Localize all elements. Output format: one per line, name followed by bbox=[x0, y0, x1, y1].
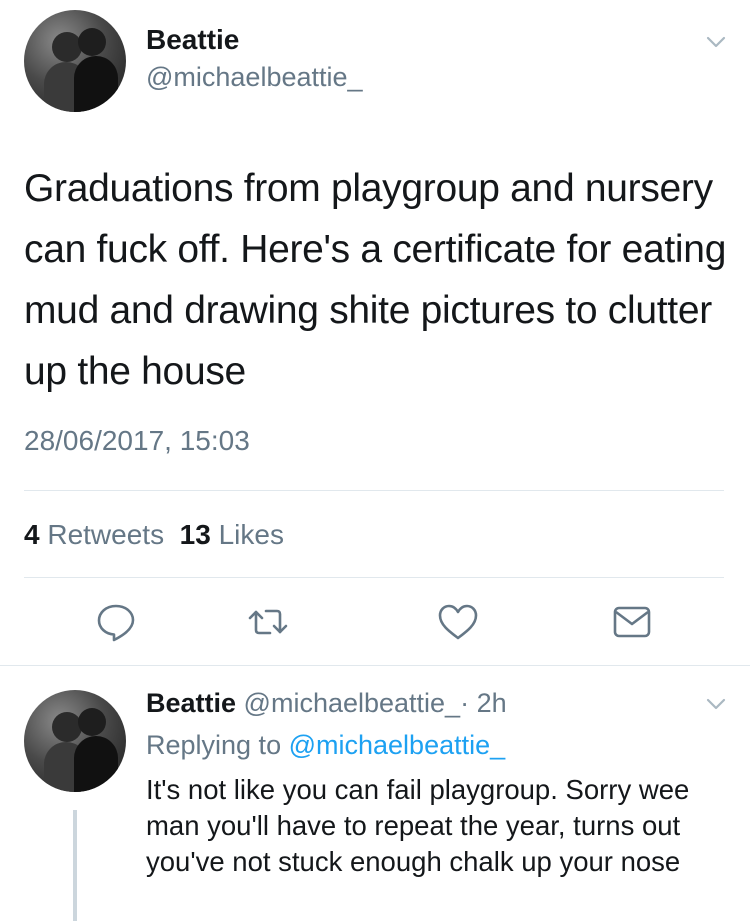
tweet-text: Graduations from playgroup and nursery c… bbox=[24, 167, 727, 393]
retweets-count: 4 bbox=[24, 519, 40, 550]
chevron-down-icon[interactable] bbox=[702, 28, 730, 56]
avatar-person-1 bbox=[52, 712, 82, 742]
replying-to-mention[interactable]: @michaelbeattie_ bbox=[289, 730, 506, 760]
replying-to-line: Replying to @michaelbeattie_ bbox=[146, 730, 505, 761]
author-name[interactable]: Beattie bbox=[146, 24, 239, 56]
divider bbox=[24, 490, 724, 491]
heart-icon[interactable] bbox=[436, 600, 480, 644]
retweet-icon[interactable] bbox=[246, 600, 290, 644]
avatar-body-2 bbox=[74, 736, 118, 792]
chevron-down-icon[interactable] bbox=[702, 690, 730, 718]
tweet-stats: 4 Retweets 13 Likes bbox=[24, 519, 284, 551]
divider bbox=[0, 665, 750, 666]
avatar-person-2 bbox=[78, 28, 106, 56]
avatar-person-1 bbox=[52, 32, 82, 62]
author-handle[interactable]: @michaelbeattie_ bbox=[146, 62, 363, 93]
reply-author-name[interactable]: Beattie bbox=[146, 688, 236, 718]
envelope-icon[interactable] bbox=[610, 600, 654, 644]
thread-connector-line bbox=[73, 810, 77, 921]
avatar-person-2 bbox=[78, 708, 106, 736]
reply-separator: · bbox=[460, 688, 470, 718]
reply-header: Beattie @michaelbeattie_· 2h bbox=[146, 688, 507, 719]
reply-author-avatar[interactable] bbox=[24, 690, 126, 792]
reply-icon[interactable] bbox=[94, 600, 138, 644]
likes-label: Likes bbox=[218, 519, 284, 550]
reply-text: It's not like you can fail playgroup. So… bbox=[146, 774, 690, 877]
replying-to-prefix: Replying to bbox=[146, 730, 282, 760]
retweets-stat[interactable]: 4 Retweets bbox=[24, 519, 164, 550]
author-avatar[interactable] bbox=[24, 10, 126, 112]
retweets-label: Retweets bbox=[47, 519, 165, 550]
avatar-body-2 bbox=[74, 56, 118, 112]
likes-count: 13 bbox=[179, 519, 211, 550]
divider bbox=[24, 577, 724, 578]
reply-author-handle[interactable]: @michaelbeattie_ bbox=[244, 688, 461, 718]
reply-time: 2h bbox=[476, 688, 507, 718]
tweet-timestamp: 28/06/2017, 15:03 bbox=[24, 425, 250, 456]
likes-stat[interactable]: 13 Likes bbox=[180, 519, 284, 550]
